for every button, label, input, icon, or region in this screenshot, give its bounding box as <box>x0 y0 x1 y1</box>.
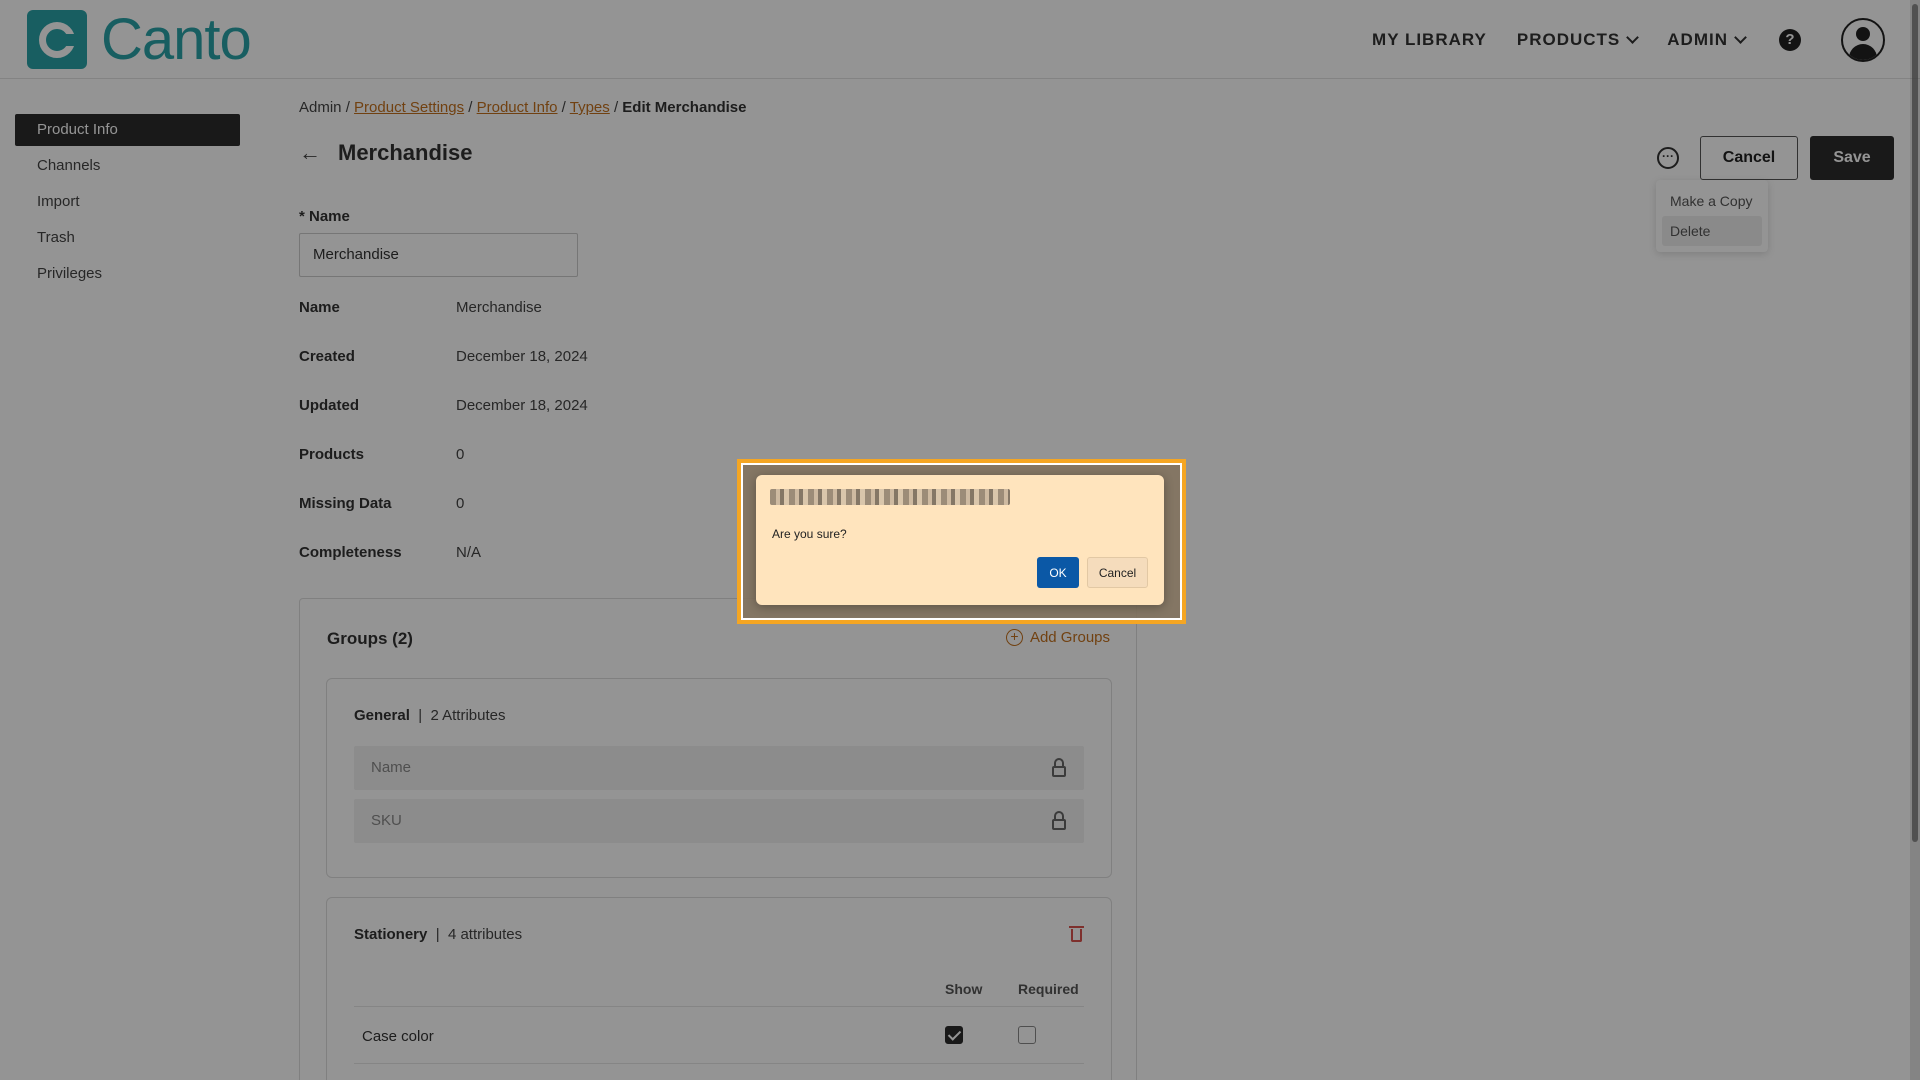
page-scrollbar[interactable] <box>1910 0 1920 1080</box>
scrollbar-thumb[interactable] <box>1912 4 1918 842</box>
confirm-dialog: Are you sure? OK Cancel <box>756 475 1164 605</box>
dialog-cancel-button[interactable]: Cancel <box>1087 557 1148 588</box>
dialog-ok-button[interactable]: OK <box>1037 557 1079 588</box>
dialog-message: Are you sure? <box>772 527 847 541</box>
dialog-origin-redacted <box>770 489 1010 505</box>
